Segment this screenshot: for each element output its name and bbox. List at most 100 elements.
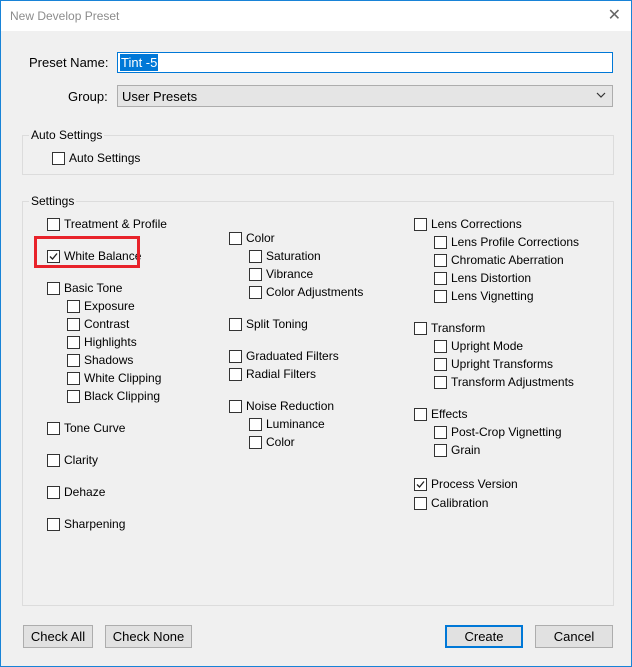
chevron-down-icon: [596, 92, 606, 98]
checkbox-label: Noise Reduction: [246, 399, 335, 413]
checkbox-label: Treatment & Profile: [64, 217, 167, 231]
checkbox-label: Lens Vignetting: [451, 289, 534, 303]
checkbox-box: [47, 421, 60, 435]
checkbox-luminance[interactable]: Luminance: [249, 417, 325, 431]
preset-name-label: Preset Name:: [29, 55, 109, 70]
checkbox-saturation[interactable]: Saturation: [249, 249, 321, 263]
checkbox-upright-mode[interactable]: Upright Mode: [434, 339, 523, 353]
checkbox-lens-corrections[interactable]: Lens Corrections: [414, 217, 522, 231]
checkbox-basic-tone[interactable]: Basic Tone: [47, 281, 122, 295]
settings-legend: Settings: [29, 194, 77, 208]
preset-name-input[interactable]: Tint -5: [117, 52, 613, 73]
checkbox-box: [229, 399, 242, 413]
checkbox-dehaze[interactable]: Dehaze: [47, 485, 105, 499]
checkbox-box: [434, 425, 447, 439]
checkbox-box: [249, 285, 262, 299]
checkbox-lens-profile-corrections[interactable]: Lens Profile Corrections: [434, 235, 579, 249]
checkbox-label: Process Version: [431, 477, 518, 491]
checkbox-box: [67, 299, 80, 313]
checkbox-box: [434, 235, 447, 249]
checkbox-box: [414, 477, 427, 491]
checkbox-exposure[interactable]: Exposure: [67, 299, 135, 313]
checkbox-transform-adjustments[interactable]: Transform Adjustments: [434, 375, 574, 389]
checkbox-label: Tone Curve: [64, 421, 126, 435]
checkbox-color[interactable]: Color: [249, 435, 295, 449]
checkbox-box: [67, 371, 80, 385]
title-bar: New Develop Preset ✕: [1, 1, 631, 31]
checkbox-label: Split Toning: [246, 317, 308, 331]
checkbox-box: [47, 453, 60, 467]
checkbox-calibration[interactable]: Calibration: [414, 496, 488, 510]
checkbox-lens-distortion[interactable]: Lens Distortion: [434, 271, 531, 285]
checkbox-label: Chromatic Aberration: [451, 253, 564, 267]
checkbox-shadows[interactable]: Shadows: [67, 353, 133, 367]
checkbox-box: [434, 443, 447, 457]
checkbox-box: [249, 267, 262, 281]
checkbox-box: [434, 357, 447, 371]
checkbox-contrast[interactable]: Contrast: [67, 317, 129, 331]
checkbox-process-version[interactable]: Process Version: [414, 477, 518, 491]
checkbox-black-clipping[interactable]: Black Clipping: [67, 389, 160, 403]
checkbox-treatment-profile[interactable]: Treatment & Profile: [47, 217, 167, 231]
checkbox-radial-filters[interactable]: Radial Filters: [229, 367, 316, 381]
checkbox-box: [229, 317, 242, 331]
checkbox-box: [434, 271, 447, 285]
checkbox-label: Exposure: [84, 299, 135, 313]
checkbox-split-toning[interactable]: Split Toning: [229, 317, 308, 331]
auto-settings-legend: Auto Settings: [29, 128, 105, 142]
create-button[interactable]: Create: [445, 625, 523, 648]
checkbox-box: [434, 253, 447, 267]
checkbox-label: Highlights: [84, 335, 137, 349]
checkmark-icon: [416, 480, 425, 488]
checkbox-upright-transforms[interactable]: Upright Transforms: [434, 357, 553, 371]
checkbox-box: [414, 321, 427, 335]
window-title: New Develop Preset: [10, 9, 120, 23]
checkbox-box: [434, 375, 447, 389]
check-none-button[interactable]: Check None: [105, 625, 192, 648]
checkbox-label: Lens Profile Corrections: [451, 235, 580, 249]
checkbox-label: White Clipping: [84, 371, 162, 385]
checkbox-label: Dehaze: [64, 485, 106, 499]
cancel-button[interactable]: Cancel: [535, 625, 613, 648]
checkbox-label: Lens Distortion: [451, 271, 532, 285]
checkbox-label: Color Adjustments: [266, 285, 364, 299]
checkbox-label: Lens Corrections: [431, 217, 522, 231]
checkbox-box: [414, 217, 427, 231]
checkbox-highlights[interactable]: Highlights: [67, 335, 137, 349]
checkbox-box: [249, 249, 262, 263]
checkbox-box: [47, 281, 60, 295]
checkbox-box: [414, 496, 427, 510]
checkbox-transform[interactable]: Transform: [414, 321, 485, 335]
checkbox-noise-reduction[interactable]: Noise Reduction: [229, 399, 334, 413]
group-dropdown[interactable]: User Presets: [117, 85, 613, 107]
checkbox-box: [67, 335, 80, 349]
checkbox-vibrance[interactable]: Vibrance: [249, 267, 313, 281]
close-icon[interactable]: ✕: [608, 6, 621, 26]
checkbox-white-clipping[interactable]: White Clipping: [67, 371, 161, 385]
checkbox-graduated-filters[interactable]: Graduated Filters: [229, 349, 339, 363]
checkbox-box: [229, 367, 242, 381]
checkbox-lens-vignetting[interactable]: Lens Vignetting: [434, 289, 534, 303]
checkbox-auto-settings[interactable]: Auto Settings: [52, 151, 140, 165]
checkbox-tone-curve[interactable]: Tone Curve: [47, 421, 125, 435]
checkbox-post-crop-vignetting[interactable]: Post-Crop Vignetting: [434, 425, 562, 439]
checkbox-sharpening[interactable]: Sharpening: [47, 517, 125, 531]
checkbox-grain[interactable]: Grain: [434, 443, 480, 457]
checkbox-box: [52, 151, 65, 165]
checkbox-color[interactable]: Color: [229, 231, 275, 245]
checkbox-label: Transform: [431, 321, 486, 335]
checkbox-label: Grain: [451, 443, 481, 457]
check-all-button[interactable]: Check All: [23, 625, 93, 648]
checkbox-clarity[interactable]: Clarity: [47, 453, 98, 467]
checkbox-box: [47, 517, 60, 531]
checkbox-box: [67, 353, 80, 367]
checkbox-chromatic-aberration[interactable]: Chromatic Aberration: [434, 253, 564, 267]
checkbox-effects[interactable]: Effects: [414, 407, 467, 421]
checkbox-box: [229, 231, 242, 245]
checkbox-box: [249, 417, 262, 431]
checkbox-box: [434, 339, 447, 353]
checkbox-label: Color: [266, 435, 295, 449]
checkbox-label: Saturation: [266, 249, 321, 263]
checkbox-color-adjustments[interactable]: Color Adjustments: [249, 285, 363, 299]
checkbox-box: [47, 485, 60, 499]
